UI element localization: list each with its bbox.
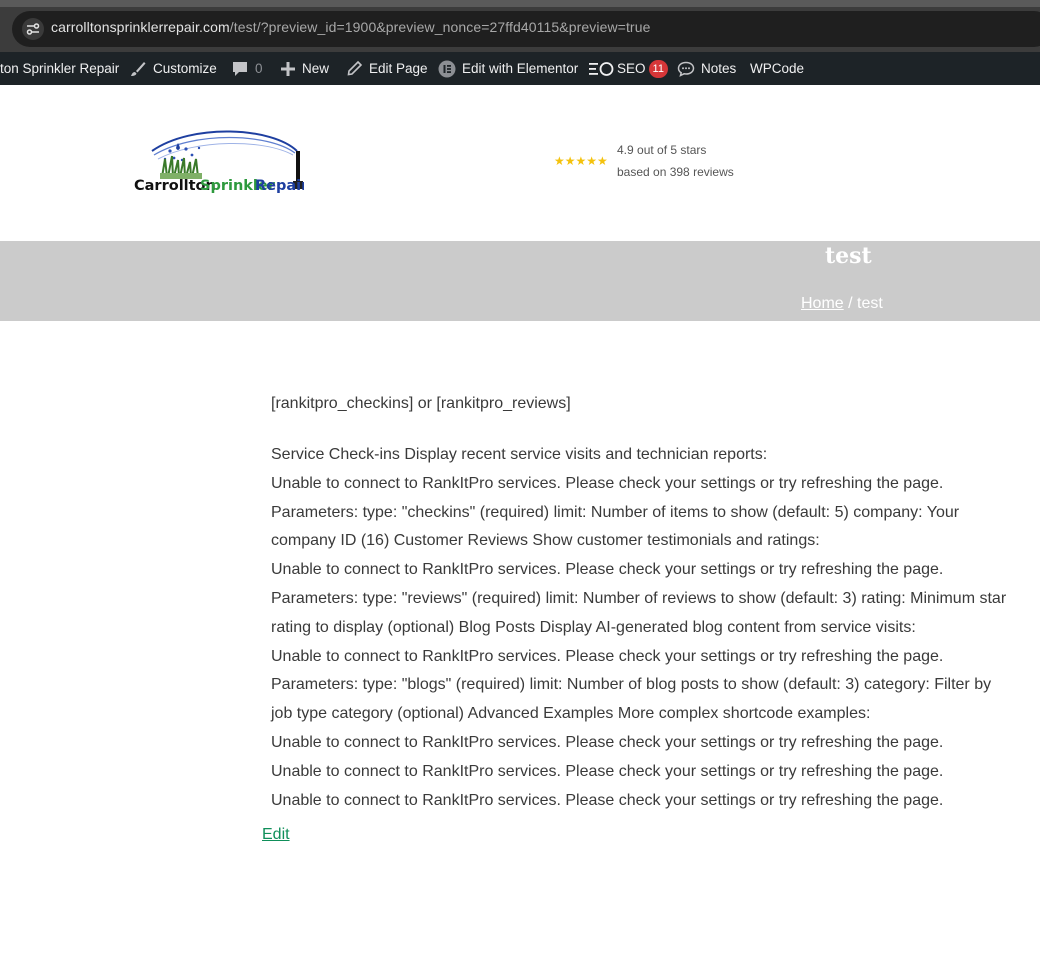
content-line: Unable to connect to RankItPro services.… — [271, 561, 944, 579]
content-line: Parameters: type: "checkins" (required) … — [271, 503, 960, 521]
content-line: Parameters: type: "blogs" (required) lim… — [271, 676, 992, 694]
page-content: [rankitpro_checkins] or [rankitpro_revie… — [271, 392, 1040, 815]
admin-edit-elementor[interactable]: Edit with Elementor — [438, 52, 578, 85]
content-line: Unable to connect to RankItPro services.… — [271, 647, 944, 665]
breadcrumb-home-link[interactable]: Home — [801, 295, 844, 312]
wp-admin-bar: ton Sprinkler Repair Customize 0 New Edi… — [0, 52, 1040, 85]
url-path: /test/?preview_id=1900&preview_nonce=27f… — [229, 19, 651, 35]
admin-comments-count: 0 — [255, 61, 263, 76]
admin-seo[interactable]: SEO 11 — [589, 52, 668, 85]
tab-strip-edge — [0, 0, 1040, 7]
admin-notes-label: Notes — [701, 61, 737, 76]
browser-toolbar: carrolltonsprinklerrepair.com/test/?prev… — [0, 0, 1040, 52]
content-line: Unable to connect to RankItPro services.… — [271, 474, 944, 492]
rating-stars-icon: ★★★★★ — [554, 154, 608, 168]
page-title-bar: test Home / test — [0, 241, 1040, 321]
elementor-icon — [438, 60, 456, 77]
admin-customize-label: Customize — [153, 61, 217, 76]
comment-icon — [233, 61, 247, 76]
url-text[interactable]: carrolltonsprinklerrepair.com/test/?prev… — [51, 19, 650, 35]
admin-new-label: New — [302, 61, 330, 76]
pencil-icon — [347, 60, 363, 76]
admin-edit-page[interactable]: Edit Page — [346, 52, 428, 85]
admin-site-name[interactable]: ton Sprinkler Repair — [0, 52, 119, 85]
content-line: job type category (optional) Advanced Ex… — [271, 705, 871, 723]
admin-seo-label: SEO — [617, 61, 646, 76]
shortcode-line: [rankitpro_checkins] or [rankitpro_revie… — [271, 395, 571, 412]
edit-post-link[interactable]: Edit — [262, 826, 290, 844]
content-line: Unable to connect to RankItPro services.… — [271, 733, 944, 751]
site-header: Carrollton Sprinkler Repair ★★★★★ 4.9 ou… — [0, 85, 1040, 241]
rating-count: based on 398 reviews — [617, 165, 734, 179]
admin-site-name-label: ton Sprinkler Repair — [0, 61, 120, 76]
sprinkler-logo-icon: Carrollton Sprinkler Repair — [134, 130, 309, 194]
breadcrumb-current: test — [857, 295, 883, 312]
speech-bubble-icon — [677, 61, 695, 77]
content-paragraph: Service Check-ins Display recent service… — [271, 441, 1040, 815]
admin-wpcode[interactable]: WPCode — [750, 52, 804, 85]
site-logo[interactable]: Carrollton Sprinkler Repair — [132, 129, 309, 197]
site-info-icon[interactable] — [22, 18, 44, 40]
content-line: company ID (16) Customer Reviews Show cu… — [271, 532, 820, 550]
address-bar[interactable]: carrolltonsprinklerrepair.com/test/?prev… — [12, 11, 1040, 47]
breadcrumb-separator: / — [843, 295, 858, 312]
admin-customize[interactable]: Customize — [129, 52, 217, 85]
admin-edit-elementor-label: Edit with Elementor — [462, 61, 579, 76]
content-line: Service Check-ins Display recent service… — [271, 446, 768, 463]
rating-summary: 4.9 out of 5 stars — [617, 143, 707, 157]
content-line: Unable to connect to RankItPro services.… — [271, 762, 944, 780]
admin-edit-page-label: Edit Page — [369, 61, 428, 76]
url-host: carrolltonsprinklerrepair.com — [51, 19, 230, 35]
admin-new[interactable]: New — [280, 52, 329, 85]
brush-icon — [131, 61, 146, 76]
admin-wpcode-label: WPCode — [750, 61, 805, 76]
admin-notes[interactable]: Notes — [677, 52, 736, 85]
seo-icon — [589, 61, 614, 76]
page-title: test — [825, 243, 872, 269]
breadcrumb: Home / test — [801, 295, 883, 313]
seo-count-badge: 11 — [648, 59, 668, 78]
content-line: rating to display (optional) Blog Posts … — [271, 618, 916, 636]
plus-icon — [281, 61, 295, 76]
content-line: Parameters: type: "reviews" (required) l… — [271, 589, 1007, 607]
svg-text:Repair: Repair — [255, 178, 304, 194]
content-line: Unable to connect to RankItPro services.… — [271, 791, 944, 809]
admin-comments[interactable]: 0 — [231, 52, 263, 85]
